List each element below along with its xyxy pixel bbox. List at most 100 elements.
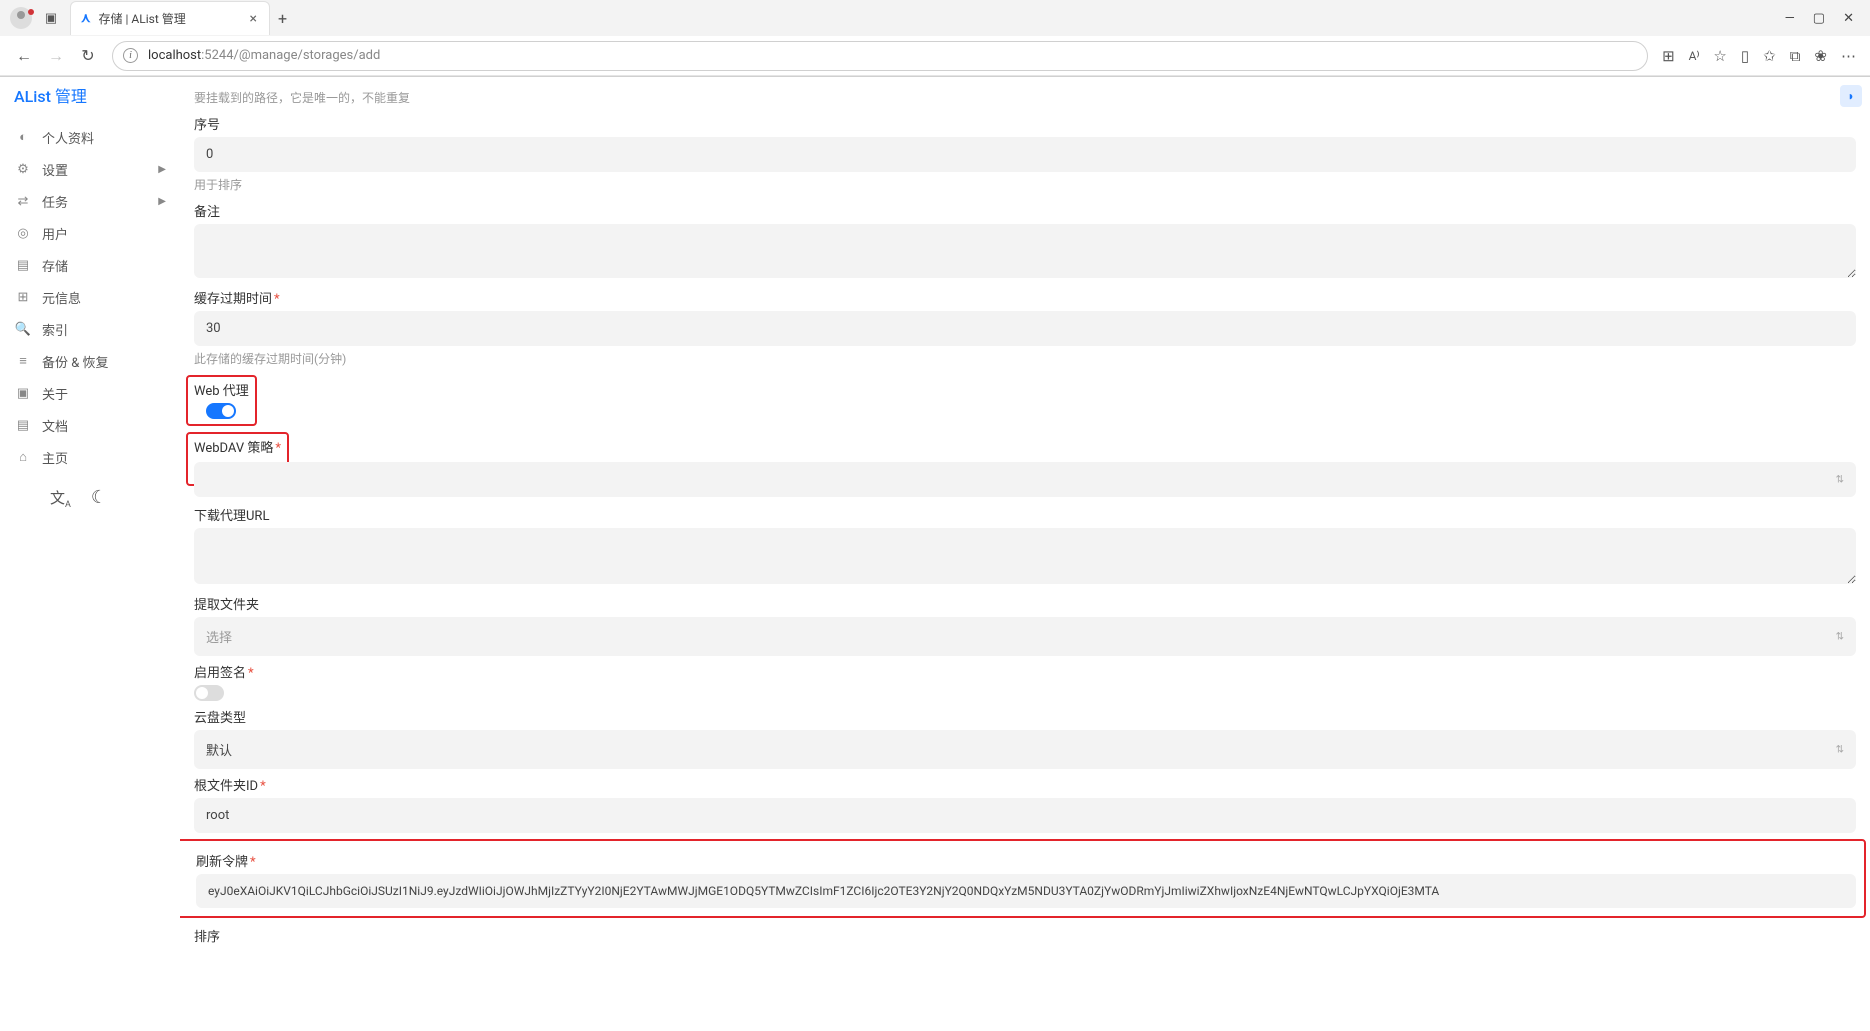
cache-input[interactable] [194, 311, 1856, 346]
sort-label: 排序 [194, 926, 1856, 945]
home-icon: ⌂ [14, 449, 32, 465]
sidebar-item-label: 设置 [42, 160, 68, 179]
new-tab-button[interactable]: + [278, 9, 287, 28]
token-input[interactable] [196, 874, 1856, 908]
sidebar-item-label: 存储 [42, 256, 68, 275]
toolbar-actions: ⊞ A⁾ ☆ ▯ ✩ ⧉ ❀ ⋯ [1656, 47, 1862, 65]
browser-toolbar: ← → ↻ i localhost:5244/@manage/storages/… [0, 36, 1870, 76]
minimize-icon[interactable]: — [1785, 11, 1795, 26]
site-info-icon[interactable]: i [123, 48, 138, 63]
mount-path-hint: 要挂载到的路径，它是唯一的，不能重复 [194, 89, 1856, 106]
extract-select[interactable]: 选择 [194, 617, 1856, 656]
browser-chrome: ▣ ⋏ 存储 | AList 管理 × + — ▢ ✕ ← → ↻ i loca… [0, 0, 1870, 77]
book-icon: ▤ [14, 418, 32, 433]
forward-button[interactable]: → [40, 40, 72, 72]
card-icon: ▣ [14, 386, 32, 401]
read-aloud-icon[interactable]: A⁾ [1689, 49, 1700, 63]
back-button[interactable]: ← [8, 40, 40, 72]
language-icon[interactable]: 文A [50, 487, 71, 510]
sidebar-item-home[interactable]: ⌂ 主页 [8, 441, 172, 473]
app-title[interactable]: AList 管理 [14, 83, 87, 107]
refresh-button[interactable]: ↻ [72, 40, 104, 72]
chevron-right-icon: ▶ [158, 164, 166, 175]
sidebar-item-profile[interactable]: ◐ 个人资料 [8, 121, 172, 153]
search-icon: 🔍 [14, 322, 32, 337]
apps-icon[interactable]: ⊞ [1662, 47, 1675, 65]
tab-close-icon[interactable]: × [248, 11, 259, 27]
remark-textarea[interactable] [194, 224, 1856, 278]
webdav-select[interactable] [194, 462, 1856, 497]
sidebar-item-label: 元信息 [42, 288, 81, 307]
webdav-label: WebDAV 策略* [194, 437, 281, 456]
webproxy-toggle[interactable] [206, 403, 236, 419]
menu-icon[interactable]: ⋯ [1841, 47, 1856, 65]
app-root: AList 管理 ◗ ◐个人资料 ⚙设置▶ ⇄任务▶ ◎用户 ▤存储 ⊞元信息 … [0, 77, 1870, 1031]
sidebar-item-users[interactable]: ◎ 用户 [8, 217, 172, 249]
close-icon[interactable]: ✕ [1843, 11, 1854, 26]
theme-toggle-icon[interactable]: ☾ [91, 487, 107, 510]
rootid-input[interactable] [194, 798, 1856, 833]
sidebar-item-tasks[interactable]: ⇄ 任务 ▶ [8, 185, 172, 217]
sidebar-item-label: 索引 [42, 320, 68, 339]
browser-tab[interactable]: ⋏ 存储 | AList 管理 × [70, 1, 270, 35]
order-label: 序号 [194, 114, 1856, 133]
url-host: localhost [148, 48, 201, 63]
sidebar-item-metas[interactable]: ⊞ 元信息 [8, 281, 172, 313]
highlight-web-proxy: Web 代理 [186, 375, 257, 426]
sidebar-footer: 文A ☾ [8, 473, 172, 510]
order-hint: 用于排序 [194, 176, 1856, 193]
cache-hint: 此存储的缓存过期时间(分钟) [194, 350, 1856, 367]
sign-toggle[interactable] [194, 685, 224, 701]
url-path: /@manage/storages/add [234, 48, 381, 63]
extract-label: 提取文件夹 [194, 594, 1856, 613]
browser-titlebar: ▣ ⋏ 存储 | AList 管理 × + — ▢ ✕ [0, 0, 1870, 36]
webproxy-label: Web 代理 [194, 380, 249, 399]
sign-label: 启用签名* [194, 662, 1856, 681]
token-label: 刷新令牌* [196, 851, 1856, 870]
tab-title: 存储 | AList 管理 [99, 10, 248, 27]
sidebar-item-label: 个人资料 [42, 128, 94, 147]
sidebar-item-backup[interactable]: ≡ 备份 & 恢复 [8, 345, 172, 377]
disk-select[interactable]: 默认 [194, 730, 1856, 769]
maximize-icon[interactable]: ▢ [1813, 11, 1825, 26]
address-bar[interactable]: i localhost:5244/@manage/storages/add [112, 41, 1648, 71]
form-main: 要挂载到的路径，它是唯一的，不能重复 序号 用于排序 备注 缓存过期时间* 此存… [180, 77, 1870, 1031]
globe-icon: ◐ [14, 129, 32, 145]
sidebar-item-label: 关于 [42, 384, 68, 403]
proxyurl-textarea[interactable] [194, 528, 1856, 584]
url-port: :5244 [201, 48, 233, 63]
remark-label: 备注 [194, 201, 1856, 220]
ai-assistant-icon[interactable]: ◗ [1840, 85, 1862, 107]
collections-icon[interactable]: ⧉ [1790, 47, 1801, 65]
sidebar-item-label: 备份 & 恢复 [42, 352, 109, 371]
chevron-right-icon: ▶ [158, 196, 166, 207]
disk-label: 云盘类型 [194, 707, 1856, 726]
gear-icon: ⚙ [14, 162, 32, 177]
sidebar-item-docs[interactable]: ▤ 文档 [8, 409, 172, 441]
window-controls: — ▢ ✕ [1773, 11, 1866, 26]
favorites-bar-icon[interactable]: ✩ [1763, 47, 1776, 65]
reader-icon[interactable]: ▯ [1741, 47, 1749, 65]
tab-favicon-icon: ⋏ [81, 11, 91, 26]
sidebar-item-about[interactable]: ▣ 关于 [8, 377, 172, 409]
sidebar-item-label: 主页 [42, 448, 68, 467]
profile-icon[interactable] [10, 7, 32, 29]
favorite-icon[interactable]: ☆ [1713, 47, 1726, 65]
highlight-token: 刷新令牌* [180, 839, 1866, 918]
sidebar-item-label: 任务 [42, 192, 68, 211]
extensions-icon[interactable]: ❀ [1814, 47, 1827, 65]
order-input[interactable] [194, 137, 1856, 172]
sidebar-item-label: 文档 [42, 416, 68, 435]
database-icon: ≡ [14, 353, 32, 369]
tasks-icon: ⇄ [14, 194, 32, 209]
sidebar: ◐个人资料 ⚙设置▶ ⇄任务▶ ◎用户 ▤存储 ⊞元信息 🔍索引 ≡备份 & 恢… [0, 77, 180, 1031]
sidebar-item-index[interactable]: 🔍 索引 [8, 313, 172, 345]
proxyurl-label: 下载代理URL [194, 505, 1856, 524]
workspaces-icon[interactable]: ▣ [38, 5, 64, 31]
user-icon: ◎ [14, 226, 32, 241]
sidebar-item-label: 用户 [42, 224, 68, 243]
rootid-label: 根文件夹ID* [194, 775, 1856, 794]
sidebar-item-settings[interactable]: ⚙ 设置 ▶ [8, 153, 172, 185]
grid-icon: ⊞ [14, 290, 32, 305]
sidebar-item-storage[interactable]: ▤存储 [8, 249, 172, 281]
